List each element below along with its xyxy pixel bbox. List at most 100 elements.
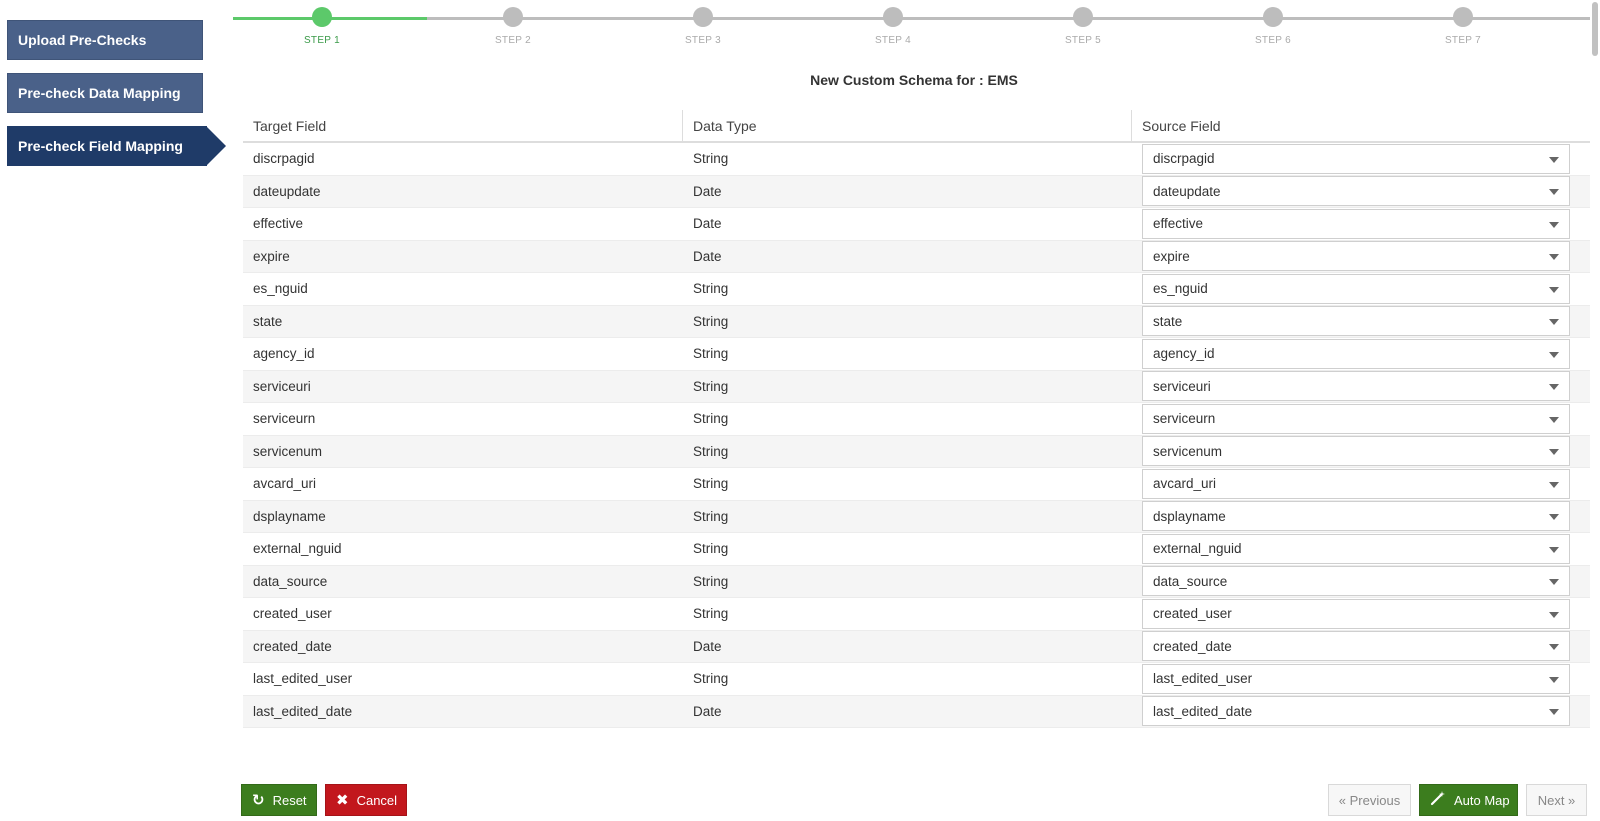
source-field-select[interactable]: es_nguid <box>1142 273 1570 304</box>
step-2[interactable]: STEP 2 <box>468 7 558 46</box>
source-field-select[interactable]: dsplayname <box>1142 501 1570 532</box>
table-row: last_edited_user String last_edited_user <box>243 663 1590 696</box>
source-field-value: agency_id <box>1153 346 1215 362</box>
step-label: STEP 7 <box>1444 35 1482 46</box>
source-field-cell: created_date <box>1132 631 1590 663</box>
data-type-cell: String <box>693 346 729 362</box>
source-field-select[interactable]: agency_id <box>1142 338 1570 369</box>
step-4[interactable]: STEP 4 <box>848 7 938 46</box>
source-field-cell: created_user <box>1132 598 1590 630</box>
source-field-select[interactable]: last_edited_date <box>1142 696 1570 727</box>
chevron-down-icon <box>1549 676 1559 683</box>
data-type-cell: Date <box>693 703 722 719</box>
step-6[interactable]: STEP 6 <box>1228 7 1318 46</box>
column-header-target-field[interactable]: Target Field <box>243 110 683 141</box>
target-field-cell: effective <box>253 216 304 232</box>
reset-button-label: Reset <box>272 792 307 808</box>
source-field-select[interactable]: state <box>1142 306 1570 337</box>
source-field-select[interactable]: external_nguid <box>1142 533 1570 564</box>
chevron-down-icon <box>1549 579 1559 586</box>
auto-map-button-label: Auto Map <box>1454 792 1510 808</box>
step-label: STEP 3 <box>684 35 722 46</box>
source-field-select[interactable]: dateupdate <box>1142 176 1570 207</box>
page-scrollbar[interactable] <box>1590 0 1600 821</box>
step-dot <box>883 7 903 27</box>
target-field-cell: last_edited_date <box>253 703 353 719</box>
source-field-cell: external_nguid <box>1132 533 1590 565</box>
sidebar-item-upload-pre-checks[interactable]: Upload Pre-Checks <box>7 20 203 60</box>
column-header-source-field[interactable]: Source Field <box>1132 110 1590 141</box>
source-field-value: expire <box>1153 248 1190 264</box>
source-field-select[interactable]: discrpagid <box>1142 143 1570 174</box>
target-field-cell: servicenum <box>253 443 323 459</box>
scrollbar-thumb[interactable] <box>1592 2 1598 56</box>
chevron-down-icon <box>1549 416 1559 423</box>
table-row: external_nguid String external_nguid <box>243 533 1590 566</box>
cancel-button[interactable]: ✖ Cancel <box>325 784 407 816</box>
data-type-cell: String <box>693 476 729 492</box>
previous-button[interactable]: « Previous <box>1328 784 1411 816</box>
source-field-select[interactable]: serviceuri <box>1142 371 1570 402</box>
source-field-select[interactable]: effective <box>1142 208 1570 239</box>
table-row: dateupdate Date dateupdate <box>243 175 1590 208</box>
step-label: STEP 1 <box>303 35 341 46</box>
wizard-stepper: STEP 1 STEP 2 STEP 3 STEP 4 STEP 5 STEP … <box>233 0 1595 55</box>
source-field-cell: last_edited_user <box>1132 663 1590 695</box>
chevron-down-icon <box>1549 351 1559 358</box>
target-field-cell: expire <box>253 248 290 264</box>
sidebar-item-label: Pre-check Data Mapping <box>18 85 181 101</box>
step-5[interactable]: STEP 5 <box>1038 7 1128 46</box>
source-field-value: created_date <box>1153 638 1232 654</box>
magic-wand-icon <box>1430 790 1446 810</box>
source-field-value: last_edited_date <box>1153 703 1253 719</box>
source-field-select[interactable]: expire <box>1142 241 1570 272</box>
source-field-value: dateupdate <box>1153 183 1221 199</box>
sidebar-item-label: Pre-check Field Mapping <box>18 138 183 154</box>
chevron-down-icon <box>1549 384 1559 391</box>
data-type-cell: String <box>693 606 729 622</box>
source-field-cell: effective <box>1132 208 1590 240</box>
next-button[interactable]: Next » <box>1526 784 1587 816</box>
source-field-cell: servicenum <box>1132 436 1590 468</box>
sidebar-item-pre-check-field-mapping[interactable]: Pre-check Field Mapping <box>7 126 226 166</box>
source-field-select[interactable]: created_date <box>1142 631 1570 662</box>
step-label: STEP 5 <box>1064 35 1102 46</box>
data-type-cell: String <box>693 443 729 459</box>
source-field-cell: agency_id <box>1132 338 1590 370</box>
column-header-data-type[interactable]: Data Type <box>683 110 1132 141</box>
auto-map-button[interactable]: Auto Map <box>1419 784 1518 816</box>
source-field-cell: es_nguid <box>1132 273 1590 305</box>
target-field-cell: agency_id <box>253 346 315 362</box>
table-row: expire Date expire <box>243 240 1590 273</box>
source-field-select[interactable]: avcard_uri <box>1142 468 1570 499</box>
data-type-cell: String <box>693 573 729 589</box>
data-type-cell: String <box>693 508 729 524</box>
source-field-select[interactable]: data_source <box>1142 566 1570 597</box>
step-label: STEP 6 <box>1254 35 1292 46</box>
step-1[interactable]: STEP 1 <box>277 7 367 46</box>
data-type-cell: Date <box>693 248 722 264</box>
data-type-cell: Date <box>693 638 722 654</box>
source-field-value: discrpagid <box>1153 151 1215 167</box>
page-title: New Custom Schema for : EMS <box>810 72 1018 88</box>
source-field-cell: state <box>1132 306 1590 338</box>
target-field-cell: external_nguid <box>253 541 342 557</box>
source-field-select[interactable]: servicenum <box>1142 436 1570 467</box>
reset-button[interactable]: ↻ Reset <box>241 784 317 816</box>
step-label: STEP 4 <box>874 35 912 46</box>
step-dot <box>693 7 713 27</box>
data-type-cell: String <box>693 378 729 394</box>
data-type-cell: String <box>693 541 729 557</box>
target-field-cell: serviceurn <box>253 411 316 427</box>
step-3[interactable]: STEP 3 <box>658 7 748 46</box>
target-field-cell: serviceuri <box>253 378 311 394</box>
sidebar-item-pre-check-data-mapping[interactable]: Pre-check Data Mapping <box>7 73 203 113</box>
source-field-value: state <box>1153 313 1183 329</box>
step-7[interactable]: STEP 7 <box>1418 7 1508 46</box>
target-field-cell: data_source <box>253 573 328 589</box>
target-field-cell: state <box>253 313 283 329</box>
step-dot <box>1453 7 1473 27</box>
source-field-select[interactable]: created_user <box>1142 598 1570 629</box>
source-field-select[interactable]: serviceurn <box>1142 403 1570 434</box>
source-field-select[interactable]: last_edited_user <box>1142 663 1570 694</box>
